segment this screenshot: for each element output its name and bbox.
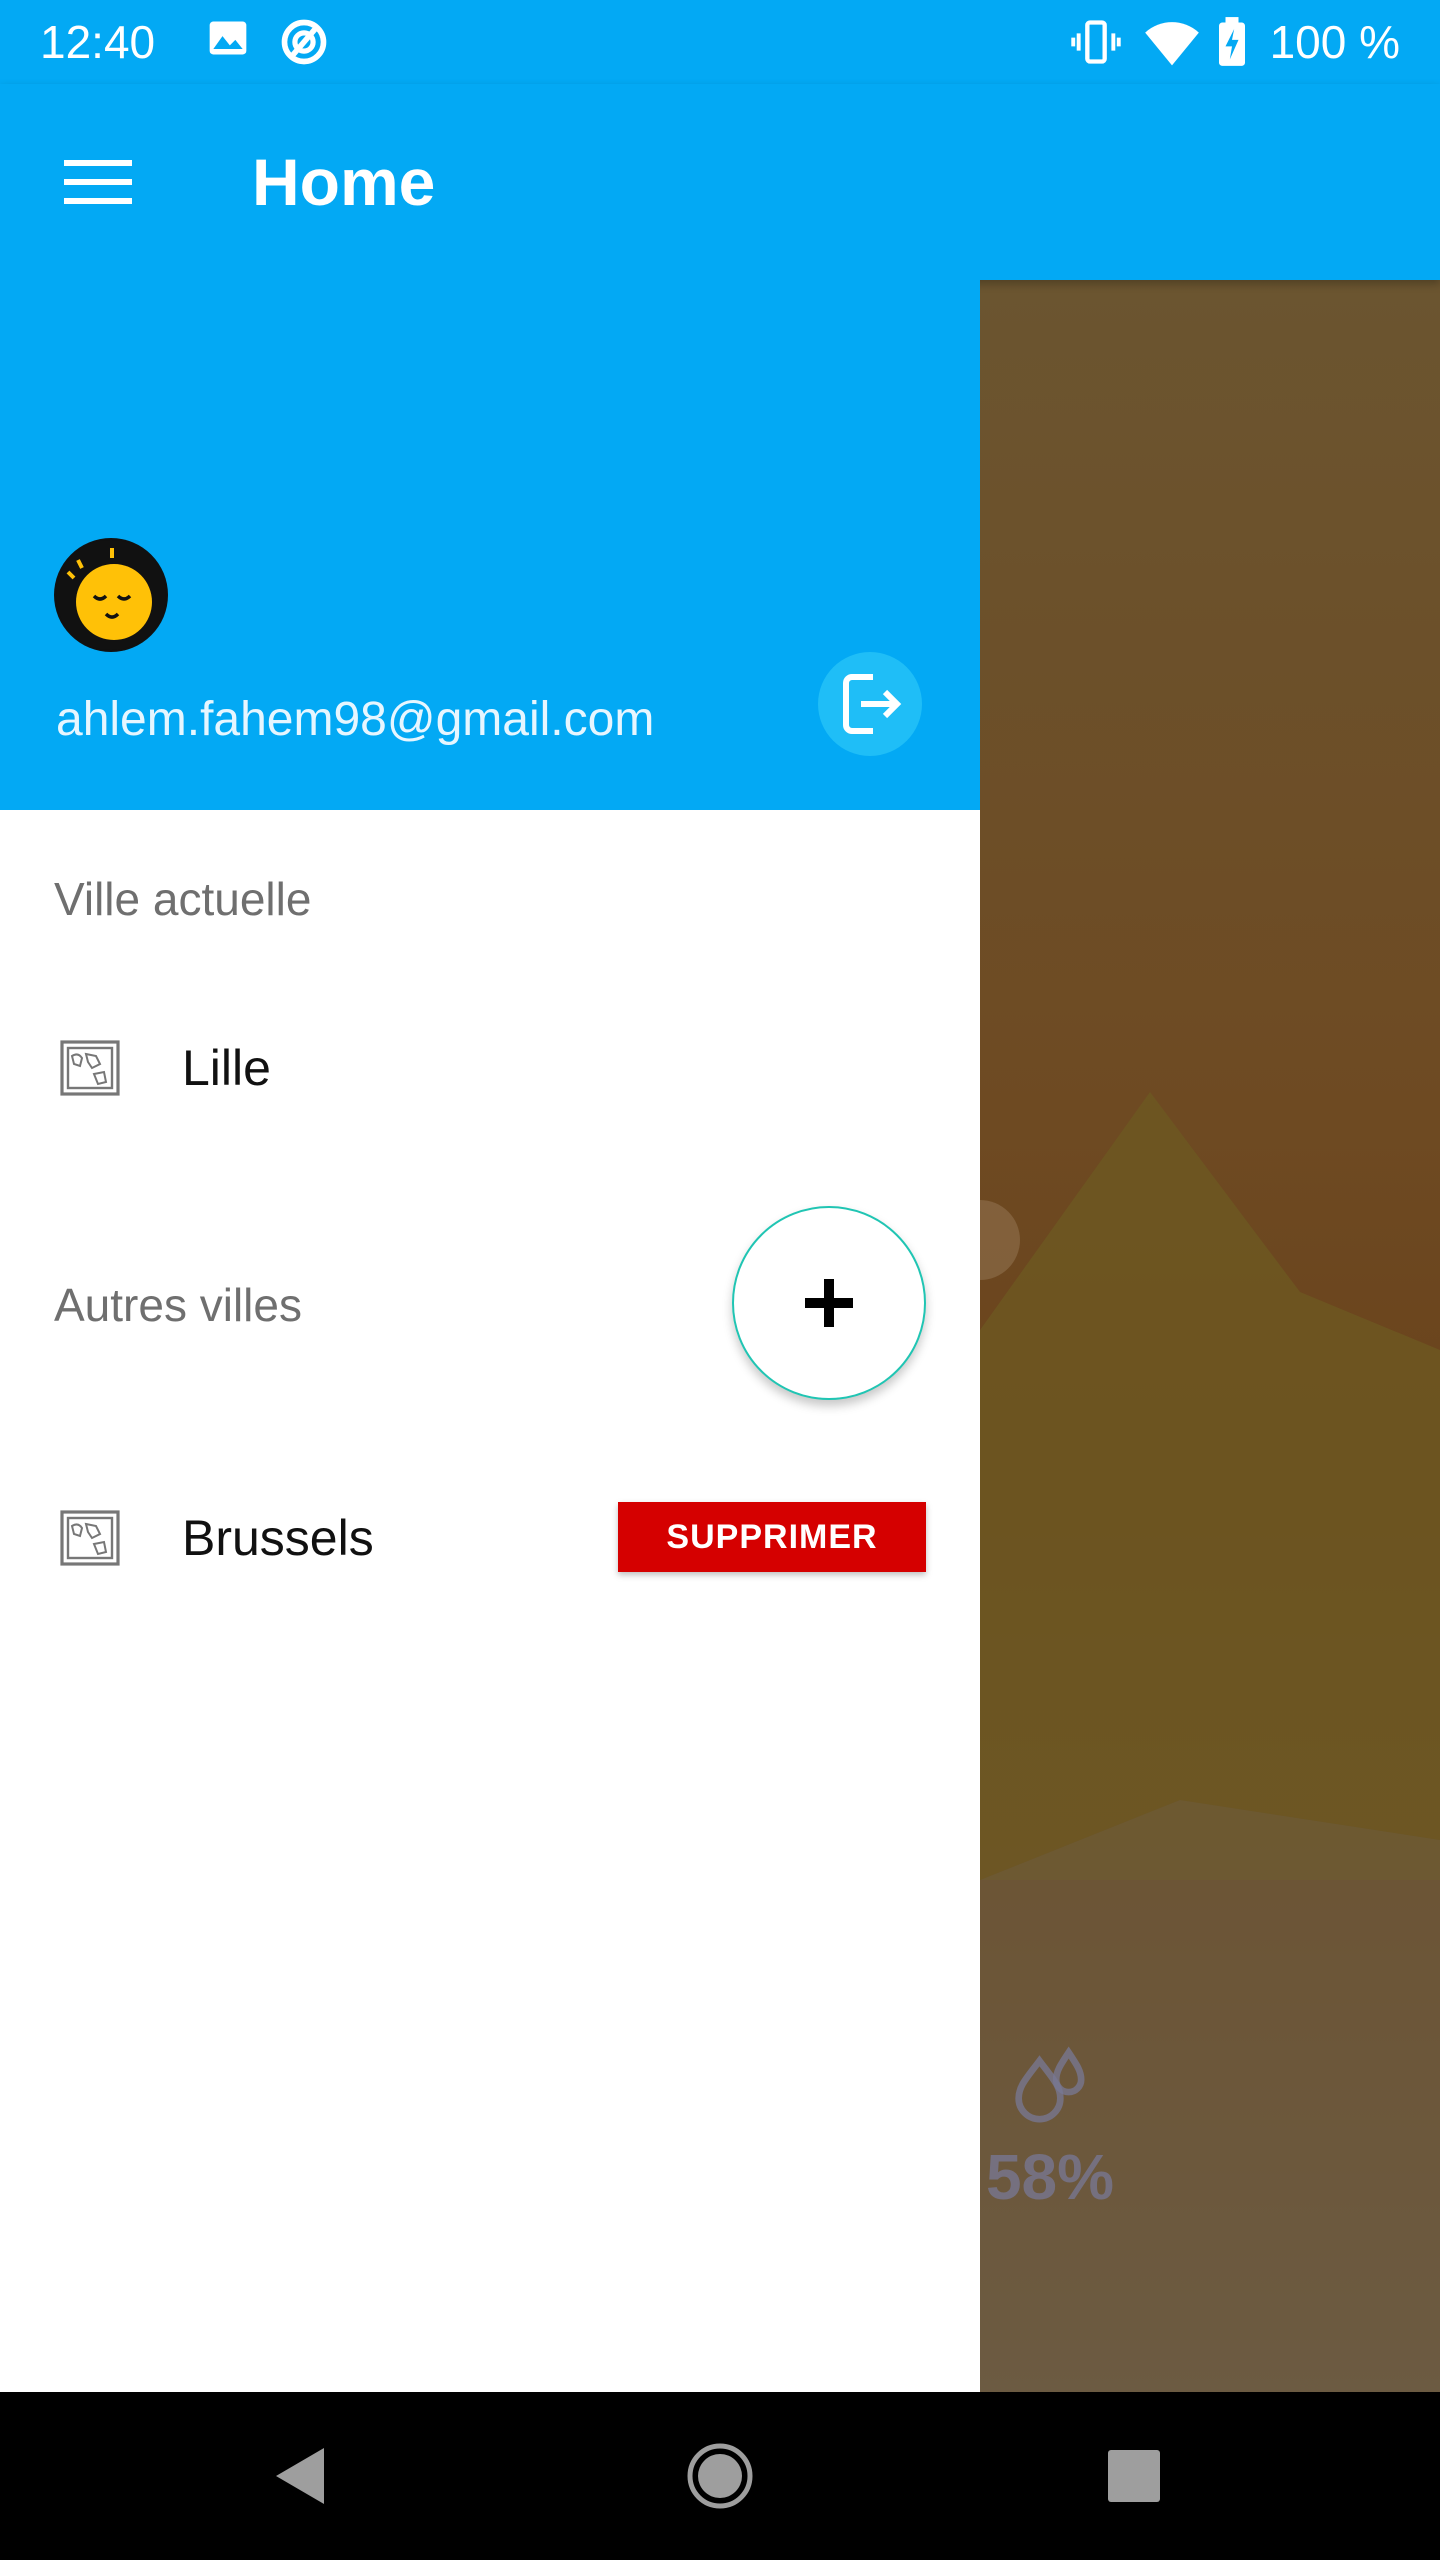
recents-square-icon [1108,2450,1160,2502]
user-email: ahlem.fahem98@gmail.com [56,693,655,746]
sleepy-face-avatar-icon [56,540,166,650]
battery-charging-icon [1214,16,1250,73]
app-bar: Home [0,84,1440,280]
delete-city-button[interactable]: SUPPRIMER [618,1502,926,1572]
sync-circle-icon [278,16,330,73]
map-icon [60,1040,120,1096]
status-bar: 12:40 100 % [0,0,1440,84]
plus-icon [805,1279,853,1327]
vibrate-icon [1070,16,1122,73]
current-city-label: Ville actuelle [54,873,312,925]
avatar [54,538,168,652]
back-triangle-icon [276,2448,324,2504]
page-title: Home [252,145,436,219]
wifi-icon [1144,16,1200,73]
hamburger-menu-icon [64,160,132,204]
map-icon [60,1510,120,1566]
nav-back-button[interactable] [260,2436,340,2516]
battery-percent: 100 % [1269,16,1400,68]
current-city-item[interactable]: Lille [0,1008,980,1128]
humidity-value: 58% [985,2141,1115,2213]
humidity-drops-icon [1002,2040,1102,2140]
home-circle-icon [687,2443,753,2509]
logout-button[interactable] [818,652,922,756]
navigation-drawer: ahlem.fahem98@gmail.com Ville actuelle L… [0,280,980,2392]
screen: 12:40 100 % Home 58% ahlem.fahem98@gmail… [0,0,1440,2560]
system-navigation-bar [0,2392,1440,2560]
background-weather-content: 58% [980,280,1440,2392]
nav-home-button[interactable] [680,2436,760,2516]
city-name: Lille [182,1040,271,1096]
menu-button[interactable] [50,134,146,230]
city-name: Brussels [182,1510,374,1566]
drawer-header: ahlem.fahem98@gmail.com [0,280,980,810]
status-time: 12:40 [40,16,156,68]
nav-recents-button[interactable] [1094,2436,1174,2516]
logout-icon [843,674,902,734]
add-city-button[interactable] [732,1206,926,1400]
other-cities-label: Autres villes [54,1279,302,1331]
image-icon [206,16,250,65]
